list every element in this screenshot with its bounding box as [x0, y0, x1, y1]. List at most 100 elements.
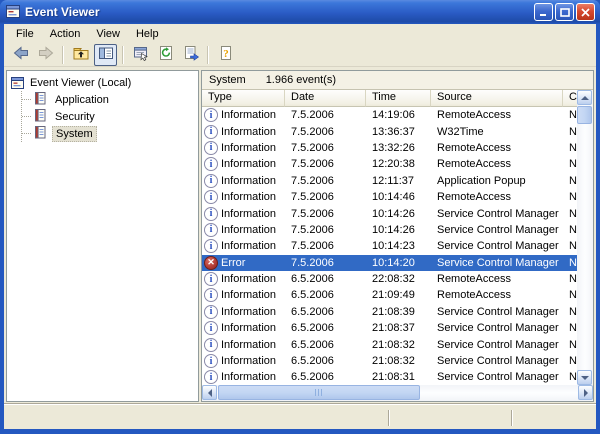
cell-source: Service Control Manager	[431, 322, 563, 334]
show-hide-console-tree-button[interactable]	[94, 44, 117, 66]
scroll-up-button[interactable]	[577, 90, 592, 105]
event-row[interactable]: iInformation7.5.200613:32:26RemoteAccess…	[202, 140, 577, 156]
maximize-button[interactable]	[555, 3, 574, 21]
toolbar-separator	[62, 46, 64, 64]
close-button[interactable]	[576, 3, 595, 21]
cell-category: No	[563, 191, 577, 203]
forward-button[interactable]	[34, 44, 57, 66]
event-row[interactable]: ✕Error7.5.200610:14:20Service Control Ma…	[202, 255, 577, 271]
column-header-time[interactable]: Time	[366, 90, 431, 107]
cell-source: RemoteAccess	[431, 191, 563, 203]
event-row[interactable]: iInformation7.5.200610:14:26Service Cont…	[202, 205, 577, 221]
event-row[interactable]: iInformation6.5.200621:08:32Service Cont…	[202, 336, 577, 352]
event-row[interactable]: iInformation7.5.200614:19:06RemoteAccess…	[202, 107, 577, 123]
tree-item-security[interactable]: Security	[22, 108, 198, 125]
menu-action[interactable]: Action	[42, 26, 89, 42]
cell-time: 21:08:31	[366, 371, 431, 383]
event-row[interactable]: iInformation7.5.200612:11:37Application …	[202, 173, 577, 189]
event-row[interactable]: iInformation6.5.200621:09:49RemoteAccess…	[202, 287, 577, 303]
event-type-label: Information	[221, 175, 276, 187]
cell-category: No	[563, 306, 577, 318]
cell-type: iInformation	[202, 354, 285, 368]
column-header-type[interactable]: Type	[202, 90, 285, 107]
column-header-date[interactable]: Date	[285, 90, 366, 107]
event-row[interactable]: iInformation6.5.200622:08:32RemoteAccess…	[202, 271, 577, 287]
refresh-button[interactable]	[154, 44, 177, 66]
minimize-button[interactable]	[534, 3, 553, 21]
arrow-down-icon	[581, 376, 589, 384]
column-header-source[interactable]: Source	[431, 90, 563, 107]
event-row[interactable]: iInformation6.5.200621:08:37Service Cont…	[202, 320, 577, 336]
cell-category: No	[563, 126, 577, 138]
menu-help[interactable]: Help	[128, 26, 167, 42]
arrow-left-icon	[204, 389, 212, 397]
cell-source: RemoteAccess	[431, 273, 563, 285]
cell-category: No	[563, 158, 577, 170]
event-row[interactable]: iInformation6.5.200621:08:31Service Cont…	[202, 369, 577, 385]
cell-date: 7.5.2006	[285, 191, 366, 203]
export-list-button[interactable]	[179, 44, 202, 66]
cell-category: No	[563, 371, 577, 383]
cell-time: 21:09:49	[366, 289, 431, 301]
cell-type: iInformation	[202, 321, 285, 335]
result-banner: System 1.966 event(s)	[202, 71, 593, 90]
back-button[interactable]	[9, 44, 32, 66]
tree-item-label: System	[52, 126, 97, 142]
event-type-label: Information	[221, 109, 276, 121]
scroll-left-button[interactable]	[202, 385, 217, 400]
properties-button[interactable]	[129, 44, 152, 66]
tree-item-application[interactable]: Application	[22, 91, 198, 108]
cell-type: iInformation	[202, 305, 285, 319]
tree-root-event-viewer-local[interactable]: Event Viewer (Local)	[10, 74, 198, 91]
event-row[interactable]: iInformation7.5.200612:20:38RemoteAccess…	[202, 156, 577, 172]
help-button[interactable]: ?	[214, 44, 237, 66]
up-one-level-button[interactable]	[69, 44, 92, 66]
cell-date: 7.5.2006	[285, 208, 366, 220]
event-row[interactable]: iInformation6.5.200621:08:32Service Cont…	[202, 353, 577, 369]
vertical-scrollbar[interactable]	[577, 90, 593, 385]
tree-item-system[interactable]: System	[22, 125, 198, 142]
cell-source: Service Control Manager	[431, 339, 563, 351]
event-row[interactable]: iInformation7.5.200610:14:46RemoteAccess…	[202, 189, 577, 205]
scroll-down-button[interactable]	[577, 370, 592, 385]
cell-date: 6.5.2006	[285, 371, 366, 383]
information-icon: i	[204, 125, 218, 139]
scroll-right-button[interactable]	[578, 385, 593, 400]
cell-source: Service Control Manager	[431, 306, 563, 318]
arrow-up-icon	[581, 92, 589, 100]
event-row[interactable]: iInformation6.5.200621:08:39Service Cont…	[202, 304, 577, 320]
tree-root-label: Event Viewer (Local)	[30, 77, 131, 89]
console-tree-pane: Event Viewer (Local) ApplicationSecurity…	[6, 70, 199, 402]
column-header-ca[interactable]: Ca	[563, 90, 577, 107]
titlebar[interactable]: Event Viewer	[0, 0, 600, 24]
forward-icon	[38, 45, 54, 64]
show-hide-console-tree-icon	[98, 45, 114, 64]
information-icon: i	[204, 157, 218, 171]
column-header-row: TypeDateTimeSourceCa	[202, 90, 577, 107]
event-type-label: Information	[221, 355, 276, 367]
event-log-icon	[32, 124, 52, 143]
event-row[interactable]: iInformation7.5.200610:14:26Service Cont…	[202, 222, 577, 238]
cell-source: Service Control Manager	[431, 257, 563, 269]
event-row[interactable]: iInformation7.5.200610:14:23Service Cont…	[202, 238, 577, 254]
information-icon: i	[204, 370, 218, 384]
information-icon: i	[204, 223, 218, 237]
cell-time: 21:08:37	[366, 322, 431, 334]
cell-category: No	[563, 355, 577, 367]
cell-source: RemoteAccess	[431, 289, 563, 301]
cell-date: 7.5.2006	[285, 126, 366, 138]
horizontal-scroll-thumb[interactable]	[218, 385, 420, 400]
cell-type: iInformation	[202, 338, 285, 352]
information-icon: i	[204, 338, 218, 352]
cell-source: Service Control Manager	[431, 355, 563, 367]
cell-time: 21:08:32	[366, 355, 431, 367]
menu-view[interactable]: View	[88, 26, 128, 42]
horizontal-scrollbar[interactable]	[202, 385, 593, 401]
cell-time: 21:08:32	[366, 339, 431, 351]
selected-log-name: System	[209, 74, 246, 86]
menu-file[interactable]: File	[8, 26, 42, 42]
event-row[interactable]: iInformation7.5.200613:36:37W32TimeNo	[202, 123, 577, 139]
cell-date: 6.5.2006	[285, 339, 366, 351]
vertical-scroll-thumb[interactable]	[577, 106, 592, 124]
cell-category: No	[563, 339, 577, 351]
